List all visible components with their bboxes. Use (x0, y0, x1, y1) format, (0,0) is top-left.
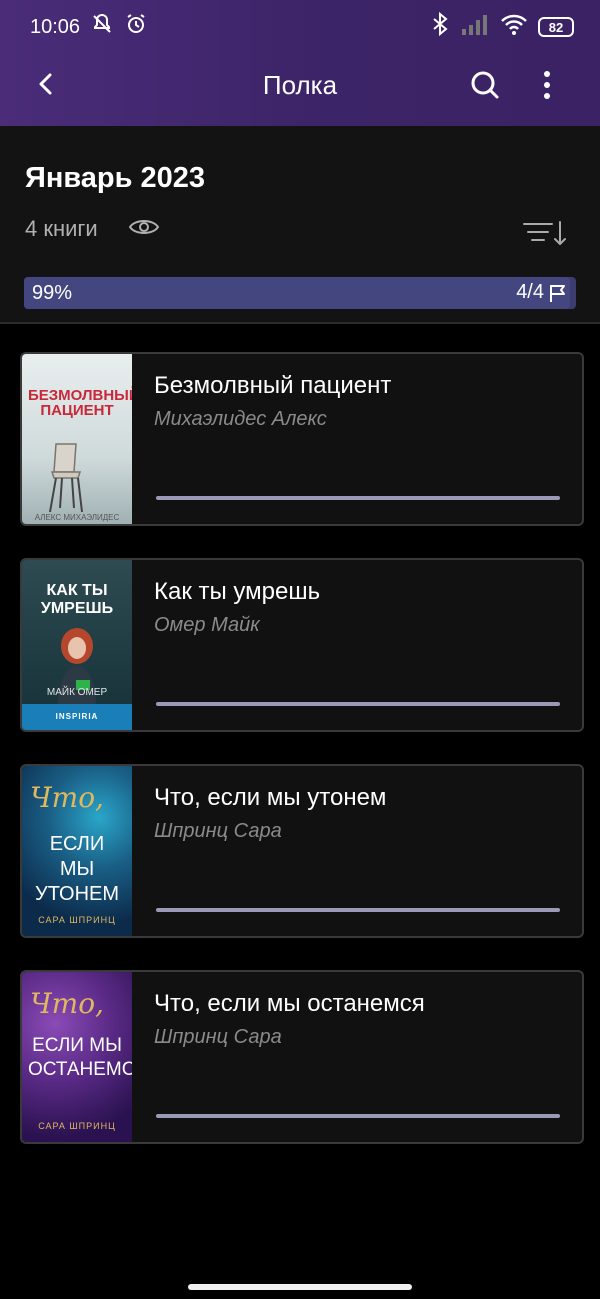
book-progress-bar (156, 496, 560, 500)
cover-publisher-text: INSPIRIA (55, 712, 99, 721)
progress-count: 4/4 (516, 281, 568, 304)
flag-icon (550, 284, 565, 302)
book-card[interactable]: БЕЗМОЛВНЫЙ ПАЦИЕНТ АЛЕКС МИХАЭЛИДЕС Безм… (20, 352, 584, 526)
status-time: 10:06 (30, 15, 81, 38)
battery-icon: 82 (538, 17, 574, 37)
shelf-title: Январь 2023 (25, 162, 206, 194)
cover-author-text: САРА ШПРИНЦ (38, 915, 116, 925)
cover-author-text: МАЙК ОМЕР (46, 687, 108, 698)
book-cover: Что, ЕСЛИ МЫ ОСТАНЕМСЯ САРА ШПРИНЦ (22, 972, 132, 1142)
shelf-header: Январь 2023 4 книги 99% 4/4 (0, 126, 600, 324)
book-title: Что, если мы останемся (154, 990, 425, 1017)
cover-publisher-strip: INSPIRIA (22, 704, 132, 730)
book-progress-bar (156, 908, 560, 912)
book-title: Что, если мы утонем (154, 784, 387, 811)
book-cover: БЕЗМОЛВНЫЙ ПАЦИЕНТ АЛЕКС МИХАЭЛИДЕС (22, 354, 132, 524)
cover-title-text: КАК ТЫ УМРЕШЬ (40, 582, 114, 617)
home-indicator[interactable] (188, 1284, 412, 1290)
book-card[interactable]: Что, ЕСЛИ МЫ ОСТАНЕМСЯ САРА ШПРИНЦ Что, … (20, 970, 584, 1144)
book-author: Михаэлидес Алекс (154, 408, 327, 430)
alarm-icon (124, 12, 148, 42)
status-bar: 10:06 82 (0, 0, 600, 54)
book-card[interactable]: Что, ЕСЛИ МЫ УТОНЕМ САРА ШПРИНЦ Что, есл… (20, 764, 584, 938)
book-progress-bar (156, 1114, 560, 1118)
cover-title-text: ЕСЛИ МЫ УТОНЕМ (34, 833, 120, 905)
shelf-book-count: 4 книги (25, 216, 98, 241)
book-progress-bar (156, 702, 560, 706)
cover-title-text: ЕСЛИ МЫ ОСТАНЕМСЯ (28, 1035, 132, 1080)
content: Январь 2023 4 книги 99% 4/4 БЕЗМОЛВНЫЙ П… (0, 126, 600, 1299)
search-button[interactable] (464, 64, 506, 106)
book-cover: КАК ТЫ УМРЕШЬ МАЙК ОМЕР INSPIRIA (22, 560, 132, 730)
cover-script-text: Что, (30, 987, 104, 1020)
book-author: Омер Майк (154, 614, 260, 636)
progress-percent: 99% (32, 282, 73, 304)
book-author: Шпринц Сара (154, 1026, 282, 1048)
book-author: Шпринц Сара (154, 820, 282, 842)
eye-icon[interactable] (128, 216, 160, 238)
wifi-icon (500, 13, 528, 41)
book-title: Как ты умрешь (154, 578, 321, 605)
book-title: Безмолвный пациент (154, 372, 392, 399)
more-vert-icon (544, 71, 550, 99)
mute-notifications-icon (90, 12, 114, 42)
cover-script-text: Что, (30, 781, 104, 814)
shelf-progress-fill (24, 277, 571, 309)
cover-author-text: САРА ШПРИНЦ (38, 1121, 116, 1131)
book-card[interactable]: КАК ТЫ УМРЕШЬ МАЙК ОМЕР INSPIRIA Как ты … (20, 558, 584, 732)
cover-author-text: АЛЕКС МИХАЭЛИДЕС (34, 513, 120, 522)
cover-title-text: БЕЗМОЛВНЫЙ ПАЦИЕНТ (28, 387, 132, 419)
app-bar: Полка (0, 54, 600, 116)
bluetooth-icon (430, 11, 450, 42)
signal-icon (460, 13, 490, 41)
chair-illustration (49, 443, 83, 513)
shelf-progress-bar: 99% 4/4 (24, 277, 576, 309)
page-title: Полка (262, 70, 338, 100)
book-cover: Что, ЕСЛИ МЫ УТОНЕМ САРА ШПРИНЦ (22, 766, 132, 936)
more-options-button[interactable] (530, 64, 564, 106)
progress-fraction: 4/4 (516, 281, 544, 303)
search-icon (471, 71, 499, 99)
top-bar: 10:06 82 Полка (0, 0, 600, 126)
sort-icon[interactable] (522, 218, 568, 248)
book-list: БЕЗМОЛВНЫЙ ПАЦИЕНТ АЛЕКС МИХАЭЛИДЕС Безм… (20, 352, 584, 1176)
